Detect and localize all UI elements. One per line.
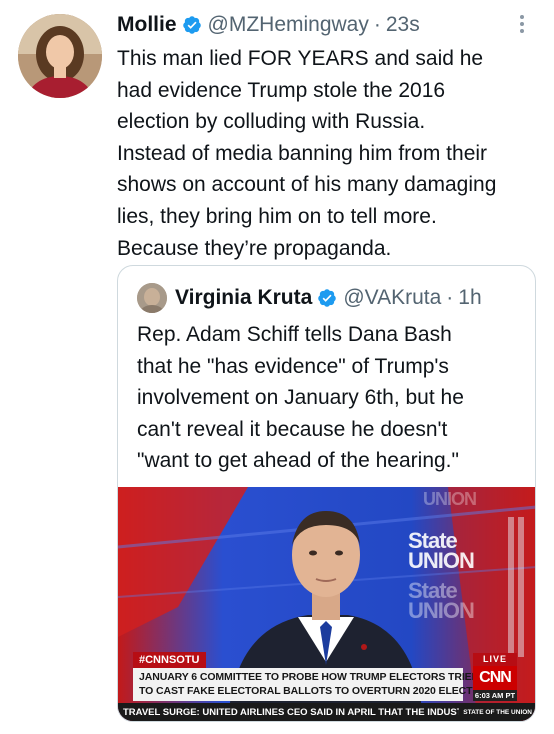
separator-dot: · [446,286,454,309]
author-avatar-image [18,14,102,98]
quoted-author-handle[interactable]: @VAKruta [343,286,441,310]
quoted-author-name[interactable]: Virginia Kruta [175,286,312,310]
author-handle[interactable]: @MZHemingway [208,13,369,37]
cnn-logo-icon: CNN [473,666,517,690]
broadcast-clock: 6:03 AM PT [473,690,517,701]
tweet[interactable]: Mollie @MZHemingway · 23s This man lied … [0,0,554,734]
tweet-header: Mollie @MZHemingway · 23s [117,10,420,40]
ticker-text: TRAVEL SURGE: UNITED AIRLINES CEO SAID I… [123,707,487,718]
quoted-tweet[interactable]: Virginia Kruta @VAKruta · 1h Rep. Adam S… [117,265,536,722]
more-options-icon[interactable] [510,12,534,36]
quoted-media-video[interactable]: State UNION State UNION UNION #CNNSOTU J… [118,487,535,721]
author-avatar[interactable] [18,14,102,98]
quoted-timestamp[interactable]: 1h [458,286,481,310]
chyron: JANUARY 6 COMMITTEE TO PROBE HOW TRUMP E… [133,668,491,701]
show-logo-line2: UNION [408,548,475,573]
separator-dot: · [373,13,381,36]
verified-badge-icon [318,289,337,307]
quoted-tweet-header: Virginia Kruta @VAKruta · 1h [137,283,482,313]
quoted-author-avatar[interactable] [137,283,167,313]
chyron-line2: TO CAST FAKE ELECTORAL BALLOTS TO OVERTU… [139,685,491,697]
hashtag-label: #CNNSOTU [133,652,206,668]
show-logo: State UNION [408,530,475,573]
chyron-line1: JANUARY 6 COMMITTEE TO PROBE HOW TRUMP E… [139,671,480,683]
news-ticker: TRAVEL SURGE: UNITED AIRLINES CEO SAID I… [118,703,535,721]
show-logo-repeat: State UNION [408,580,475,623]
ticker-show-tag: STATE OF THE UNION [459,708,532,718]
show-logo-repeat-line2: UNION [408,598,475,623]
live-badge: LIVE [473,653,517,666]
quoted-author-avatar-image [137,283,167,313]
quoted-tweet-text: Rep. Adam Schiff tells Dana Bash that he… [137,323,464,473]
show-logo-top: UNION [423,489,477,509]
verified-badge-icon [182,16,201,34]
tweet-timestamp[interactable]: 23s [386,13,420,37]
author-name[interactable]: Mollie [117,13,177,37]
tweet-text: This man lied FOR YEARS and said he had … [117,47,497,260]
